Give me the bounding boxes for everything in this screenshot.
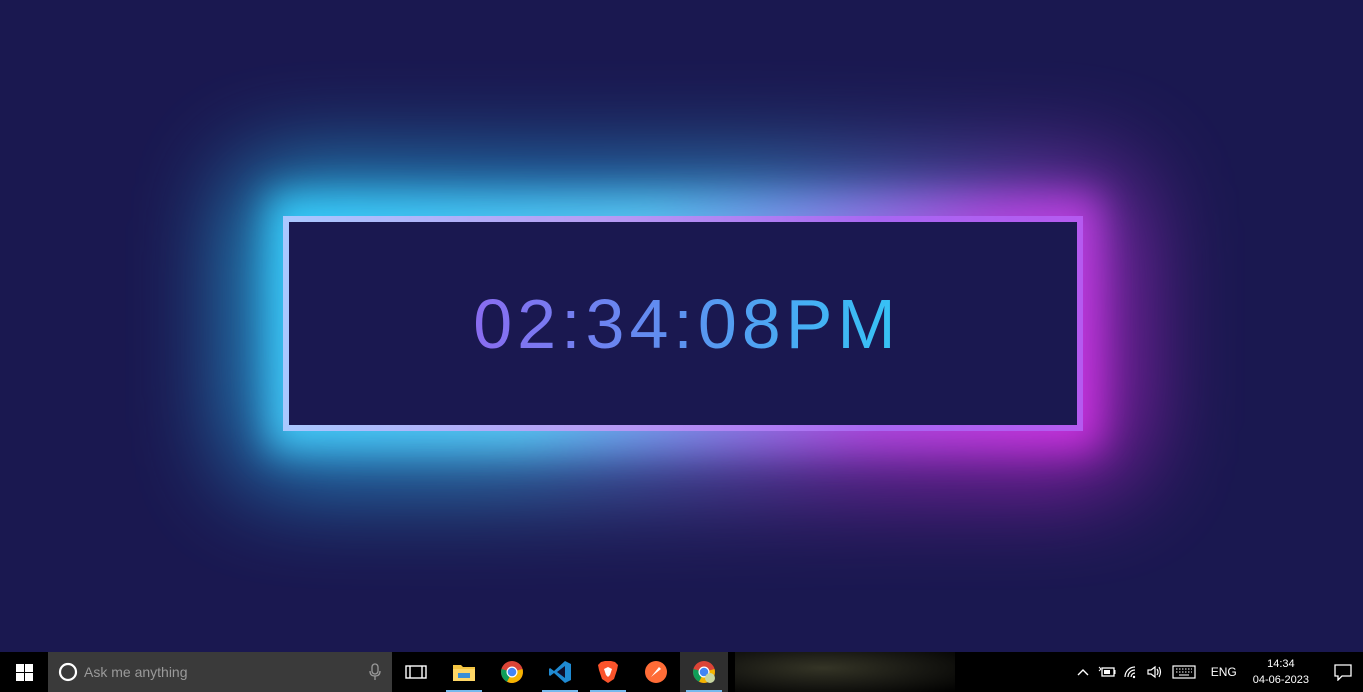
windows-logo-icon: [15, 663, 33, 681]
chrome-profile-icon: [693, 661, 715, 683]
wifi-icon: [1124, 666, 1135, 679]
touch-keyboard-button[interactable]: [1167, 652, 1201, 692]
search-box[interactable]: Ask me anything: [48, 652, 392, 692]
vscode-icon: [549, 661, 571, 683]
show-hidden-icons-button[interactable]: [1071, 652, 1095, 692]
battery-button[interactable]: [1095, 652, 1119, 692]
file-explorer-button[interactable]: [440, 652, 488, 692]
network-button[interactable]: [1119, 652, 1143, 692]
volume-button[interactable]: [1143, 652, 1167, 692]
action-center-button[interactable]: [1323, 652, 1363, 692]
chrome-button[interactable]: [488, 652, 536, 692]
cortana-icon: [58, 662, 78, 682]
taskbar: Ask me anything ENG 14:34 04-06-2023: [0, 652, 1363, 692]
chrome-profile-button[interactable]: [680, 652, 728, 692]
input-language[interactable]: ENG: [1211, 665, 1237, 679]
brave-icon: [598, 661, 618, 683]
speaker-icon: [1147, 665, 1161, 679]
postman-button[interactable]: [632, 652, 680, 692]
chevron-up-icon: [1077, 669, 1089, 676]
start-button[interactable]: [0, 652, 48, 692]
brave-button[interactable]: [584, 652, 632, 692]
page: 02:34:08PM Ask me anything ENG 14:34 04-…: [0, 0, 1363, 692]
microphone-icon[interactable]: [368, 663, 382, 681]
clock-time: 02:34:08PM: [473, 284, 901, 363]
system-tray: ENG 14:34 04-06-2023: [1071, 652, 1363, 692]
clock-panel: 02:34:08PM: [289, 222, 1077, 425]
search-placeholder: Ask me anything: [84, 664, 188, 680]
keyboard-icon: [1172, 665, 1196, 679]
vscode-button[interactable]: [536, 652, 584, 692]
tray-time: 14:34: [1267, 658, 1295, 670]
taskbar-wallpaper-peek: [735, 652, 955, 692]
chrome-icon: [501, 661, 523, 683]
battery-icon: [1098, 666, 1116, 677]
file-explorer-icon: [453, 665, 475, 681]
task-view-button[interactable]: [392, 652, 440, 692]
notification-icon: [1334, 664, 1352, 681]
tray-clock[interactable]: 14:34 04-06-2023: [1253, 656, 1309, 688]
task-view-icon: [405, 665, 427, 679]
tray-date: 04-06-2023: [1252, 674, 1309, 686]
postman-icon: [645, 661, 667, 683]
clock-frame: 02:34:08PM: [283, 216, 1083, 431]
